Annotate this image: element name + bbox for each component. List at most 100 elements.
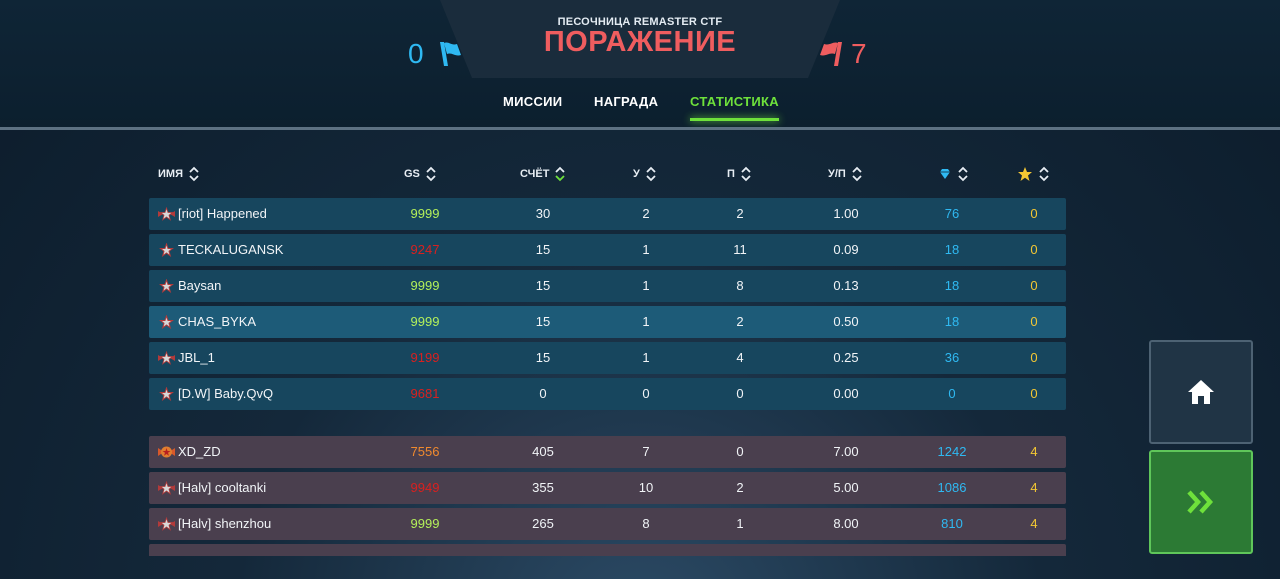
player-name: CHAS_BYKA <box>178 314 257 329</box>
tab-reward[interactable]: НАГРАДА <box>594 94 658 121</box>
player-kd: 8.00 <box>833 516 859 531</box>
player-stars: 0 <box>1030 206 1038 221</box>
player-gs: 9999 <box>410 516 440 531</box>
player-stars: 0 <box>1030 350 1038 365</box>
table-row[interactable]: XD_ZD 7556 405 7 0 7.00 1242 4 <box>149 436 1066 468</box>
double-chevron-right-icon <box>1187 490 1214 514</box>
rank-insignia-icon <box>158 351 175 365</box>
player-name: [D.W] Baby.QvQ <box>178 386 274 401</box>
column-name[interactable]: ИМЯ <box>158 166 199 182</box>
player-deaths: 8 <box>736 278 744 293</box>
player-score: 15 <box>535 278 551 293</box>
column-kills[interactable]: У <box>633 166 656 182</box>
player-crystals: 18 <box>944 242 960 257</box>
continue-button[interactable] <box>1149 450 1253 554</box>
table-row[interactable]: TECKALUGANSK 9247 15 1 11 0.09 18 0 <box>149 234 1066 266</box>
player-kills: 1 <box>642 242 650 257</box>
player-crystals: 18 <box>944 278 960 293</box>
result-tabs: МИССИИ НАГРАДА СТАТИСТИКА <box>0 94 1280 130</box>
player-name: [Halv] cooltanki <box>178 480 267 495</box>
player-kills: 0 <box>642 386 650 401</box>
tab-missions[interactable]: МИССИИ <box>503 94 562 121</box>
column-deaths[interactable]: П <box>727 166 751 182</box>
table-row[interactable]: [Halv] cooltanki 9949 355 10 2 5.00 1086… <box>149 472 1066 504</box>
table-row[interactable]: [D.W] Baby.QvQ 9681 0 0 0 0.00 0 0 <box>149 378 1066 410</box>
red-flag-icon <box>820 42 842 66</box>
match-header: ПЕСОЧНИЦА REMASTER CTF ПОРАЖЕНИЕ 0 7 МИС… <box>0 0 1280 128</box>
star-icon <box>1018 167 1032 181</box>
column-deaths-label: П <box>727 168 735 180</box>
player-kd: 7.00 <box>833 444 859 459</box>
player-gs: 9949 <box>410 480 440 495</box>
stats-table-body[interactable]: [riot] Happened 9999 30 2 2 1.00 76 0 TE… <box>149 198 1066 556</box>
player-score: 15 <box>535 242 551 257</box>
player-crystals: 1086 <box>937 480 967 495</box>
player-crystals: 18 <box>944 314 960 329</box>
table-row-partial[interactable] <box>149 544 1066 556</box>
player-gs: 9199 <box>410 350 440 365</box>
player-crystals: 810 <box>941 516 963 531</box>
table-row[interactable]: [Halv] shenzhou 9999 265 8 1 8.00 810 4 <box>149 508 1066 540</box>
player-deaths: 2 <box>736 206 744 221</box>
player-gs: 9999 <box>410 206 440 221</box>
player-name: JBL_1 <box>178 350 215 365</box>
player-name: TECKALUGANSK <box>178 242 284 257</box>
rank-insignia-icon <box>159 315 174 329</box>
player-stars: 0 <box>1030 314 1038 329</box>
player-deaths: 11 <box>733 242 747 257</box>
player-deaths: 0 <box>736 444 744 459</box>
player-kd: 0.13 <box>833 278 859 293</box>
player-kd: 0.00 <box>833 386 859 401</box>
blue-team-score: 0 <box>408 38 424 69</box>
rank-insignia-icon <box>159 243 174 257</box>
rank-insignia-icon <box>158 517 175 531</box>
player-deaths: 2 <box>736 314 744 329</box>
table-row-self[interactable]: CHAS_BYKA 9999 15 1 2 0.50 18 0 <box>149 306 1066 338</box>
column-gs[interactable]: GS <box>404 166 436 182</box>
player-crystals: 76 <box>944 206 960 221</box>
column-kills-label: У <box>633 168 640 180</box>
stats-table-header: ИМЯ GS СЧЁТ У П У/П <box>148 166 1066 186</box>
player-gs: 9999 <box>410 314 440 329</box>
sort-icon <box>189 166 199 182</box>
player-stars: 4 <box>1030 516 1038 531</box>
red-team-score: 7 <box>851 38 867 69</box>
blue-flag-icon <box>440 42 461 66</box>
player-name: Baysan <box>178 278 222 293</box>
player-deaths: 4 <box>736 350 744 365</box>
column-kd[interactable]: У/П <box>828 166 862 182</box>
player-score: 30 <box>535 206 551 221</box>
home-icon <box>1188 380 1214 404</box>
player-kd: 1.00 <box>833 206 859 221</box>
column-gs-label: GS <box>404 168 420 180</box>
player-score: 15 <box>535 350 551 365</box>
column-score[interactable]: СЧЁТ <box>520 166 566 182</box>
player-name: [Halv] shenzhou <box>178 516 272 531</box>
column-crystals[interactable] <box>938 166 968 182</box>
player-deaths: 2 <box>736 480 744 495</box>
column-stars[interactable] <box>1017 166 1049 182</box>
player-stars: 0 <box>1030 242 1038 257</box>
sort-icon <box>1039 166 1049 182</box>
player-gs: 9247 <box>410 242 440 257</box>
tab-statistics[interactable]: СТАТИСТИКА <box>690 94 779 121</box>
player-score: 15 <box>535 314 551 329</box>
player-score: 0 <box>539 386 547 401</box>
player-crystals: 36 <box>944 350 960 365</box>
sort-icon <box>958 166 968 182</box>
tabs-divider <box>0 127 1280 130</box>
column-score-label: СЧЁТ <box>520 168 550 180</box>
player-gs: 9681 <box>410 386 440 401</box>
sort-active-icon <box>555 166 566 182</box>
match-result-title: ПОРАЖЕНИЕ <box>543 26 737 58</box>
sort-icon <box>741 166 751 182</box>
player-stars: 0 <box>1030 278 1038 293</box>
table-row[interactable]: [riot] Happened 9999 30 2 2 1.00 76 0 <box>149 198 1066 230</box>
home-button[interactable] <box>1149 340 1253 444</box>
table-row[interactable]: JBL_1 9199 15 1 4 0.25 36 0 <box>149 342 1066 374</box>
player-kd: 5.00 <box>833 480 859 495</box>
sort-icon <box>426 166 436 182</box>
table-row[interactable]: Baysan 9999 15 1 8 0.13 18 0 <box>149 270 1066 302</box>
player-kills: 7 <box>642 444 650 459</box>
player-kills: 1 <box>642 278 650 293</box>
